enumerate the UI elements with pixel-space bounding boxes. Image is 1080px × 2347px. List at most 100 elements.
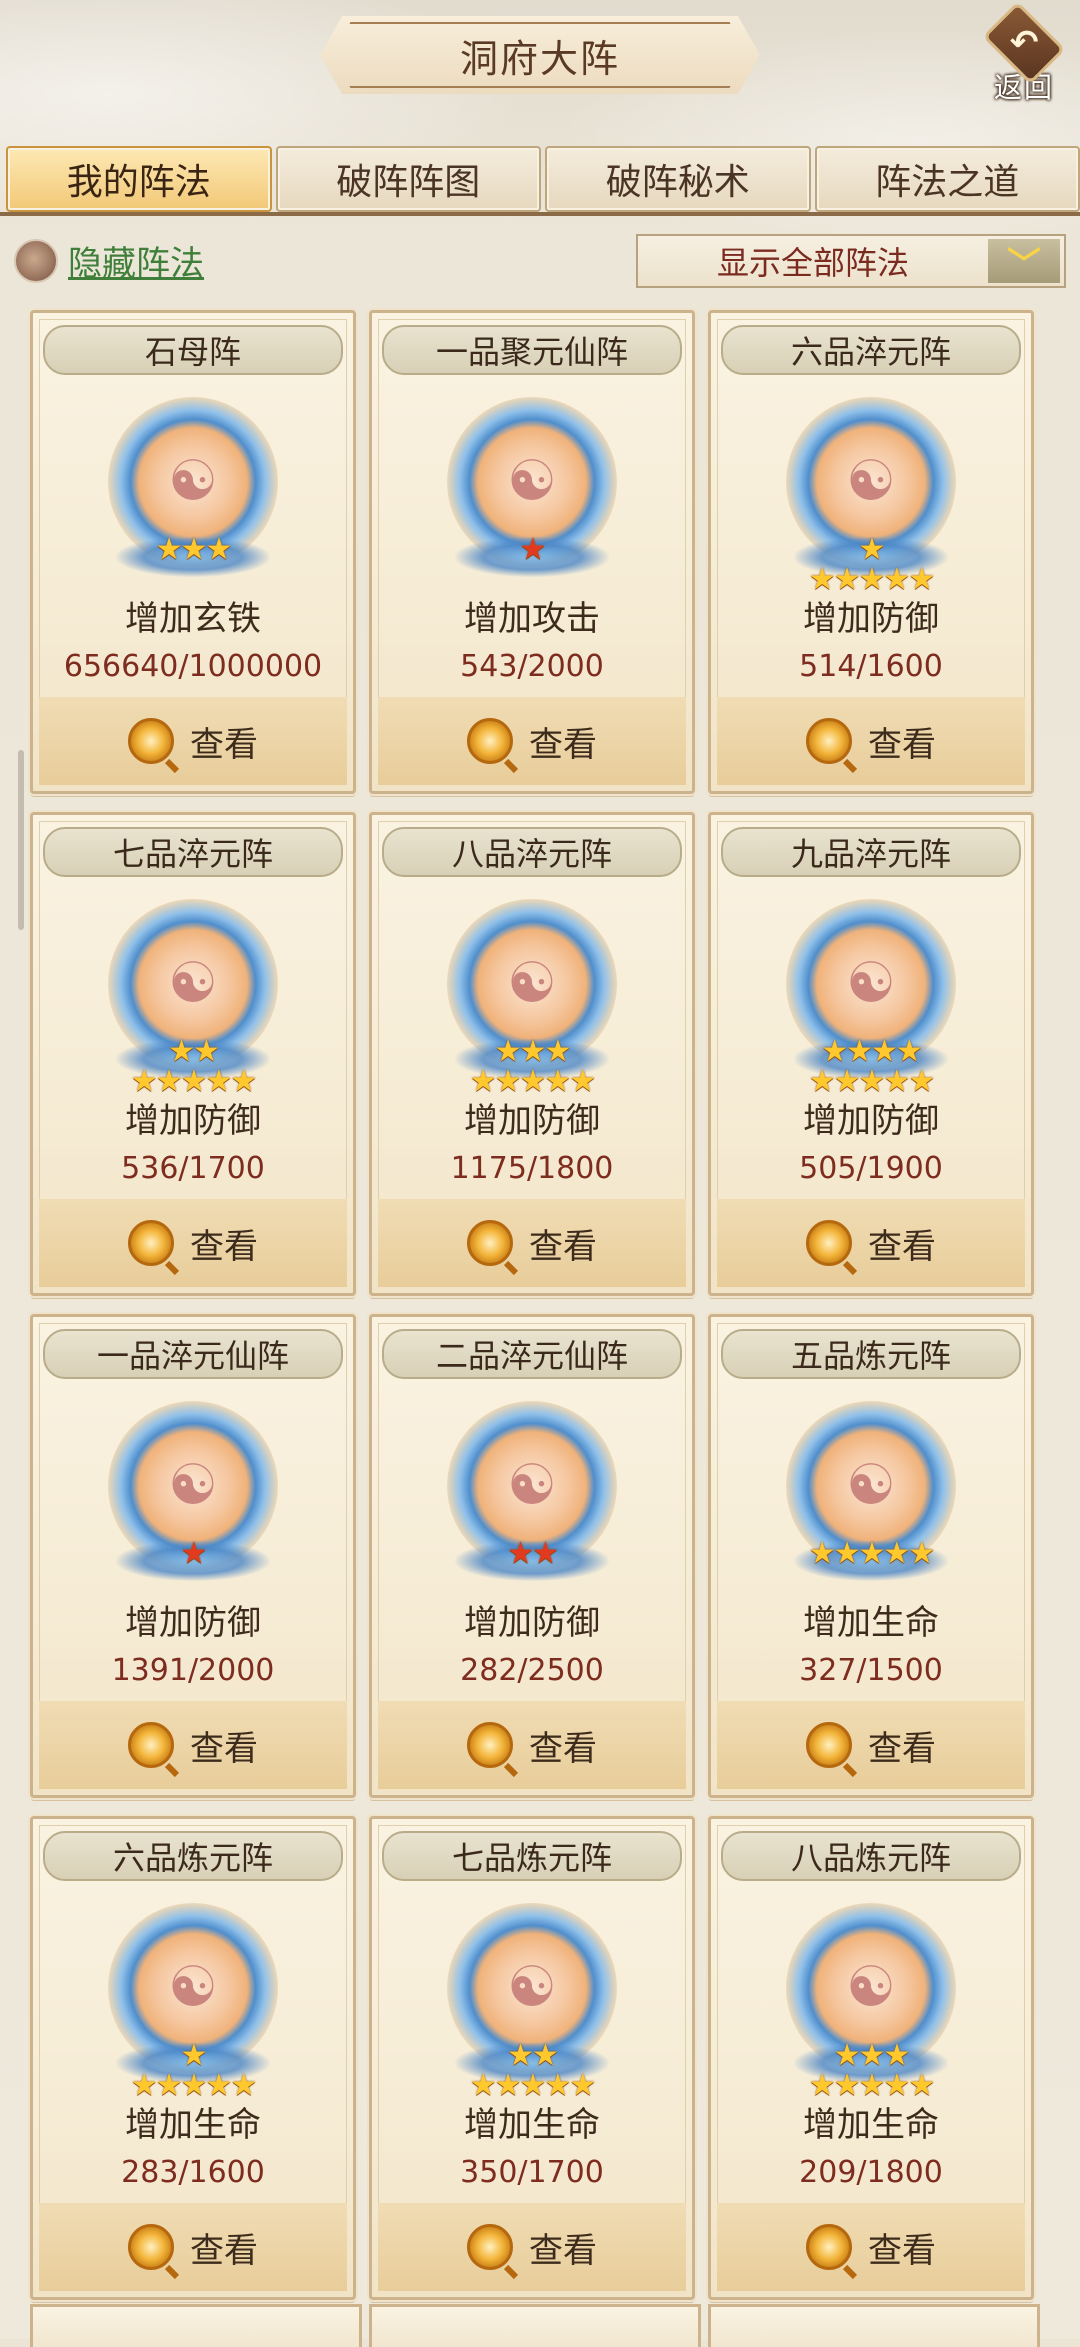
- hide-eye-icon: [14, 239, 58, 283]
- view-label: 查看: [529, 717, 597, 766]
- star-rating-icon: ★★★★★: [131, 1067, 255, 1097]
- formation-progress: 350/1700: [372, 2155, 692, 2190]
- view-label: 查看: [190, 717, 258, 766]
- view-label: 查看: [868, 717, 936, 766]
- formation-card[interactable]: 八品淬元阵 ☯ ★★★★★★★★ 增加防御 1175/1800 查看: [369, 812, 695, 1296]
- formation-effect: 增加生命: [33, 2097, 353, 2146]
- tab-break-maps[interactable]: 破阵阵图: [276, 146, 542, 212]
- formation-progress: 536/1700: [33, 1151, 353, 1186]
- star-rating: ★★★★★★★: [33, 1037, 353, 1097]
- formation-card[interactable]: 一品淬元仙阵 ☯ ★ 增加防御 1391/2000 查看: [30, 1314, 356, 1798]
- formation-effect: 增加防御: [372, 1595, 692, 1644]
- view-button[interactable]: 查看: [39, 1199, 347, 1287]
- star-rating: ★★★★★★★★★: [711, 1037, 1031, 1097]
- magnifier-icon: [467, 1722, 513, 1768]
- magnifier-icon: [467, 2224, 513, 2270]
- formation-effect: 增加防御: [33, 1595, 353, 1644]
- formation-card[interactable]: 石母阵 ☯ ★★★ 增加玄铁 656640/1000000 查看: [30, 310, 356, 794]
- view-button[interactable]: 查看: [378, 2203, 686, 2291]
- chevron-down-icon[interactable]: ﹀: [988, 239, 1060, 283]
- star-rating-icon: ★★★★★: [809, 2071, 933, 2101]
- star-rating-icon: ★: [520, 535, 545, 565]
- formation-card[interactable]: 七品淬元阵 ☯ ★★★★★★★ 增加防御 536/1700 查看: [30, 812, 356, 1296]
- magnifier-icon: [806, 718, 852, 764]
- formation-card[interactable]: 九品淬元阵 ☯ ★★★★★★★★★ 增加防御 505/1900 查看: [708, 812, 1034, 1296]
- formation-effect: 增加攻击: [372, 591, 692, 640]
- taiji-icon: ☯: [501, 1455, 563, 1517]
- magnifier-icon: [806, 1722, 852, 1768]
- star-rating-icon: ★★★★★: [470, 2071, 594, 2101]
- scrollbar[interactable]: [18, 750, 24, 930]
- hide-formations-link[interactable]: 隐藏阵法: [14, 236, 204, 285]
- magnifier-icon: [467, 718, 513, 764]
- tab-label: 破阵阵图: [336, 153, 480, 205]
- formation-effect: 增加防御: [711, 1093, 1031, 1142]
- page-title: 洞府大阵: [460, 28, 620, 83]
- star-rating: ★: [372, 535, 692, 565]
- star-rating-icon: ★★★★★: [809, 1539, 933, 1569]
- view-button[interactable]: 查看: [717, 2203, 1025, 2291]
- view-button[interactable]: 查看: [717, 1701, 1025, 1789]
- view-button[interactable]: 查看: [717, 1199, 1025, 1287]
- back-button[interactable]: ↶ 返回: [984, 6, 1064, 106]
- formation-progress: 514/1600: [711, 649, 1031, 684]
- tab-my-formations[interactable]: 我的阵法: [6, 146, 272, 212]
- formation-progress: 656640/1000000: [33, 649, 353, 684]
- star-rating: ★: [33, 1539, 353, 1569]
- formation-progress: 209/1800: [711, 2155, 1031, 2190]
- magnifier-icon: [806, 2224, 852, 2270]
- view-button[interactable]: 查看: [378, 1199, 686, 1287]
- star-rating-icon: ★★★★: [821, 1037, 921, 1067]
- formation-name: 五品炼元阵: [721, 1329, 1021, 1379]
- formation-card[interactable]: 六品淬元阵 ☯ ★★★★★★ 增加防御 514/1600 查看: [708, 310, 1034, 794]
- magnifier-icon: [128, 718, 174, 764]
- formation-filter-dropdown[interactable]: 显示全部阵法 ﹀: [636, 234, 1066, 288]
- star-rating: ★★★★★★★★: [372, 1037, 692, 1097]
- taiji-icon: ☯: [162, 451, 224, 513]
- formation-progress: 1175/1800: [372, 1151, 692, 1186]
- view-button[interactable]: 查看: [378, 697, 686, 785]
- formation-progress: 1391/2000: [33, 1653, 353, 1688]
- tab-label: 破阵秘术: [606, 153, 750, 205]
- formation-name: 一品聚元仙阵: [382, 325, 682, 375]
- view-label: 查看: [868, 2223, 936, 2272]
- star-rating-icon: ★★★★★: [809, 1067, 933, 1097]
- taiji-icon: ☯: [501, 1957, 563, 2019]
- view-label: 查看: [190, 1721, 258, 1770]
- magnifier-icon: [128, 2224, 174, 2270]
- view-button[interactable]: 查看: [378, 1701, 686, 1789]
- tab-formation-dao[interactable]: 阵法之道: [815, 146, 1080, 212]
- formation-name: 七品炼元阵: [382, 1831, 682, 1881]
- tab-break-arts[interactable]: 破阵秘术: [545, 146, 811, 212]
- taiji-icon: ☯: [840, 953, 902, 1015]
- taiji-icon: ☯: [501, 953, 563, 1015]
- formation-card[interactable]: 五品炼元阵 ☯ ★★★★★ 增加生命 327/1500 查看: [708, 1314, 1034, 1798]
- title-banner: 洞府大阵: [320, 16, 760, 94]
- star-rating-icon: ★: [859, 535, 884, 565]
- tab-divider: [0, 212, 1080, 216]
- formation-name: 七品淬元阵: [43, 827, 343, 877]
- view-button[interactable]: 查看: [39, 1701, 347, 1789]
- formation-name: 一品淬元仙阵: [43, 1329, 343, 1379]
- formation-effect: 增加防御: [372, 1093, 692, 1142]
- view-button[interactable]: 查看: [39, 2203, 347, 2291]
- formation-card[interactable]: 七品炼元阵 ☯ ★★★★★★★ 增加生命 350/1700 查看: [369, 1816, 695, 2300]
- formation-card[interactable]: 八品炼元阵 ☯ ★★★★★★★★ 增加生命 209/1800 查看: [708, 1816, 1034, 2300]
- taiji-icon: ☯: [162, 1455, 224, 1517]
- view-label: 查看: [868, 1721, 936, 1770]
- star-rating-icon: ★★★★★: [809, 565, 933, 595]
- view-label: 查看: [190, 1219, 258, 1268]
- view-button[interactable]: 查看: [717, 697, 1025, 785]
- star-rating: ★★★: [33, 535, 353, 565]
- formation-card[interactable]: 二品淬元仙阵 ☯ ★★ 增加防御 282/2500 查看: [369, 1314, 695, 1798]
- tab-label: 我的阵法: [67, 153, 211, 205]
- taiji-icon: ☯: [840, 1957, 902, 2019]
- view-button[interactable]: 查看: [39, 697, 347, 785]
- formation-card[interactable]: 一品聚元仙阵 ☯ ★ 增加攻击 543/2000 查看: [369, 310, 695, 794]
- formation-card-partial: [708, 2304, 1040, 2347]
- magnifier-icon: [128, 1220, 174, 1266]
- formation-card[interactable]: 六品炼元阵 ☯ ★★★★★★ 增加生命 283/1600 查看: [30, 1816, 356, 2300]
- magnifier-icon: [806, 1220, 852, 1266]
- view-label: 查看: [868, 1219, 936, 1268]
- taiji-icon: ☯: [840, 451, 902, 513]
